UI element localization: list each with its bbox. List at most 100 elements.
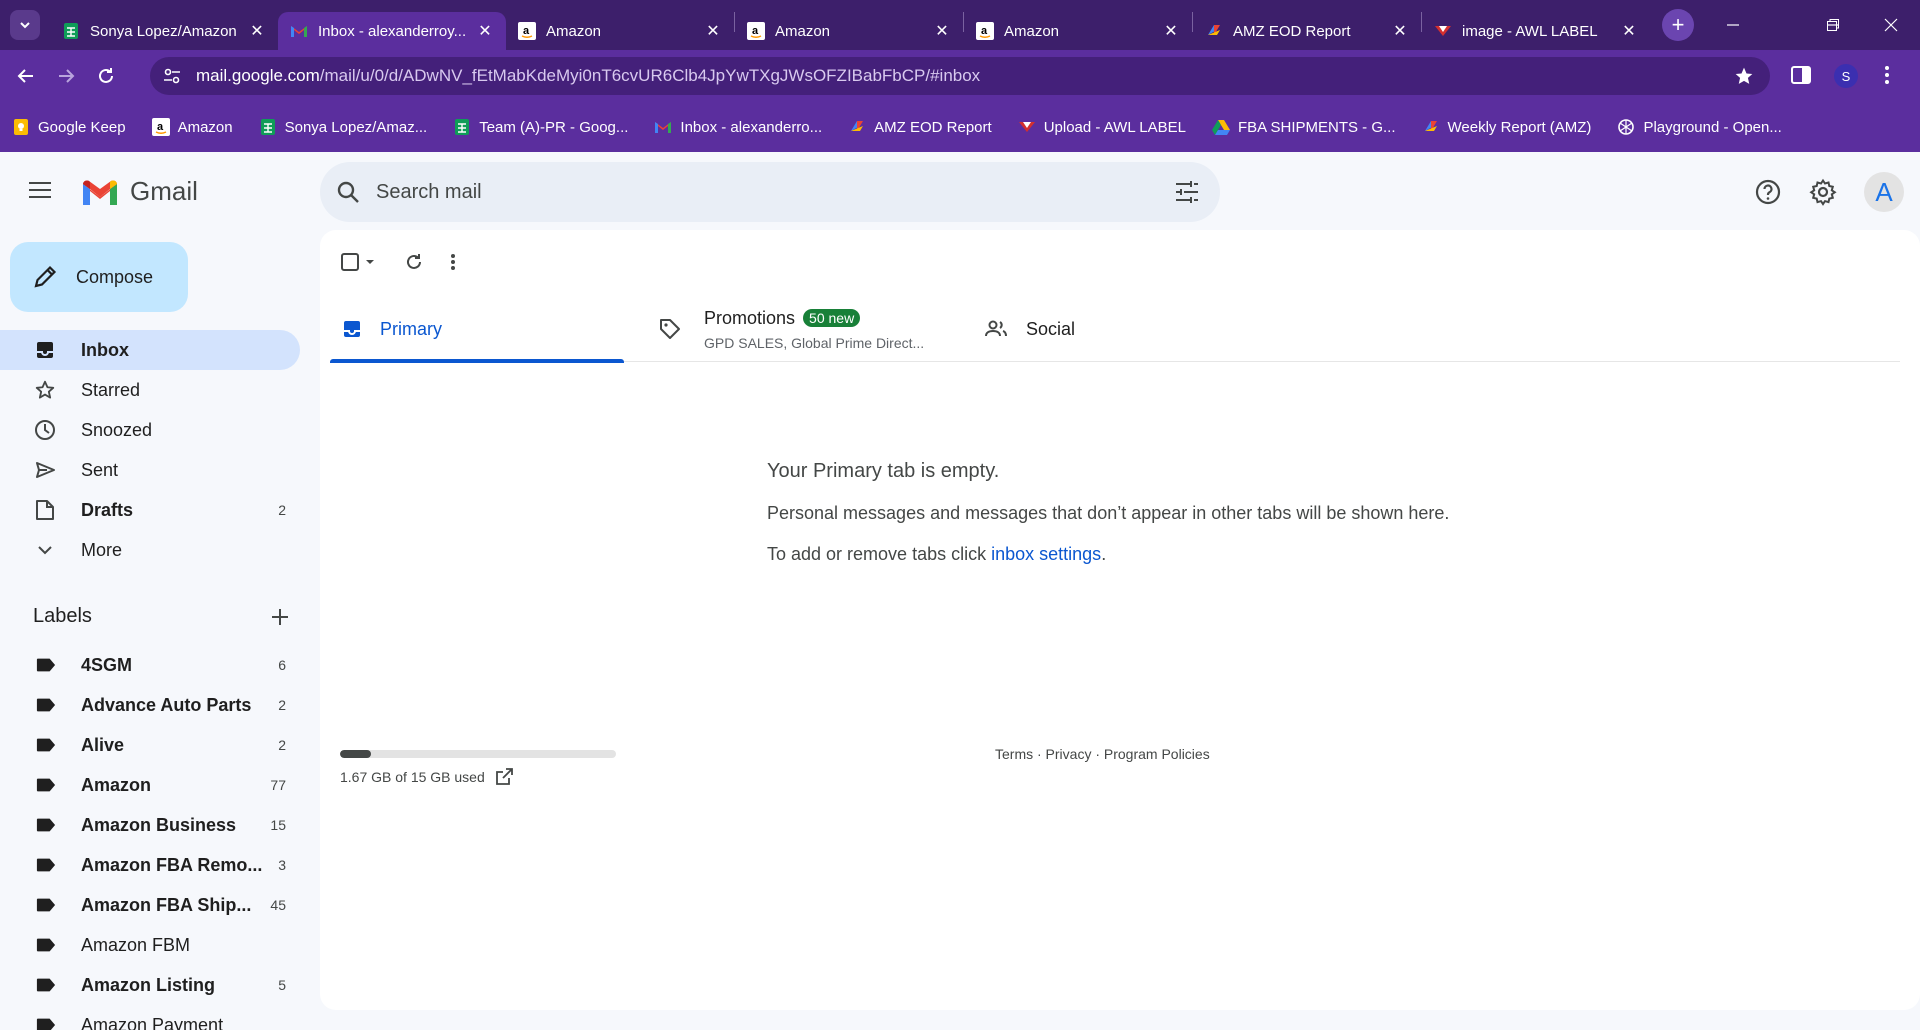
tab-social[interactable]: Social xyxy=(984,296,1075,362)
create-label-button[interactable] xyxy=(271,608,289,626)
label-tag-icon xyxy=(36,1017,56,1030)
bookmark-item[interactable]: Sonya Lopez/Amaz... xyxy=(259,118,427,136)
close-tab-icon[interactable]: ✕ xyxy=(933,21,951,41)
label-tag-icon xyxy=(36,737,56,753)
bookmark-label: Playground - Open... xyxy=(1643,118,1782,136)
nav-item-more[interactable]: More xyxy=(0,530,300,570)
close-tab-icon[interactable]: ✕ xyxy=(704,21,722,41)
browser-tab-strip: Sonya Lopez/Amazon ✕ Inbox - alexanderro… xyxy=(0,0,1920,50)
bookmark-item[interactable]: Team (A)-PR - Goog... xyxy=(453,118,628,136)
footer-links[interactable]: Terms · Privacy · Program Policies xyxy=(995,746,1210,762)
plus-icon xyxy=(272,608,288,625)
select-all-checkbox[interactable] xyxy=(340,250,378,274)
close-tab-icon[interactable]: ✕ xyxy=(248,21,266,41)
bookmark-item[interactable]: Playground - Open... xyxy=(1617,118,1782,136)
bookmark-label: Weekly Report (AMZ) xyxy=(1447,118,1592,136)
nav-item-starred[interactable]: Starred xyxy=(0,370,300,410)
browser-tab[interactable]: a Amazon ✕ xyxy=(964,12,1192,50)
external-link-icon[interactable] xyxy=(485,768,513,786)
search-input[interactable]: Search mail xyxy=(376,181,482,204)
side-panel-button[interactable] xyxy=(1790,64,1812,86)
browser-tab[interactable]: a Amazon ✕ xyxy=(735,12,963,50)
close-tab-icon[interactable]: ✕ xyxy=(1391,21,1409,41)
tab-title: Amazon xyxy=(1004,22,1060,40)
search-icon[interactable] xyxy=(336,180,360,204)
browser-tab[interactable]: AMZ EOD Report ✕ xyxy=(1193,12,1421,50)
label-tag-icon xyxy=(36,697,56,713)
restore-window-button[interactable] xyxy=(1804,0,1862,50)
nav-item-snoozed[interactable]: Snoozed xyxy=(0,410,300,450)
bookmark-item[interactable]: FBA SHIPMENTS - G... xyxy=(1211,118,1396,136)
settings-button[interactable] xyxy=(1807,176,1839,208)
storage-bar-fill xyxy=(340,750,371,758)
bookmark-item[interactable]: a Amazon xyxy=(151,118,233,136)
back-button[interactable] xyxy=(6,56,46,96)
kebab-menu-icon xyxy=(451,254,455,270)
label-tag-icon xyxy=(36,777,56,793)
browser-tab[interactable]: image - AWL LABEL ✕ xyxy=(1422,12,1650,50)
gmail-logo[interactable]: Gmail xyxy=(80,176,198,207)
refresh-button[interactable] xyxy=(404,250,424,274)
bookmark-label: Amazon xyxy=(177,118,233,136)
bookmark-item[interactable]: AMZ EOD Report xyxy=(848,118,992,136)
nav-item-drafts[interactable]: Drafts 2 xyxy=(0,490,300,530)
close-tab-icon[interactable]: ✕ xyxy=(1620,21,1638,41)
label-tag-icon xyxy=(36,817,56,833)
label-tag-icon xyxy=(36,657,56,673)
bookmark-item[interactable]: Google Keep xyxy=(12,118,126,136)
minimize-window-button[interactable] xyxy=(1704,0,1762,50)
label-item[interactable]: Amazon Payment xyxy=(0,1005,300,1030)
chrome-profile-avatar[interactable]: S xyxy=(1834,64,1858,88)
nav-item-sent[interactable]: Sent xyxy=(0,450,300,490)
label-item[interactable]: Amazon FBA Remo... 3 xyxy=(0,845,300,885)
inbox-settings-link[interactable]: inbox settings xyxy=(991,544,1101,564)
tab-primary-label: Primary xyxy=(380,318,442,339)
main-menu-button[interactable] xyxy=(28,180,52,200)
reload-button[interactable] xyxy=(86,56,126,96)
bookmark-item[interactable]: Weekly Report (AMZ) xyxy=(1422,118,1592,136)
close-tab-icon[interactable]: ✕ xyxy=(1162,21,1180,41)
compose-button[interactable]: Compose xyxy=(10,242,188,312)
help-button[interactable] xyxy=(1752,176,1784,208)
label-item[interactable]: Alive 2 xyxy=(0,725,300,765)
tab-search-button[interactable] xyxy=(10,10,40,40)
chrome-menu-button[interactable] xyxy=(1884,64,1890,86)
empty-body: Personal messages and messages that don’… xyxy=(767,503,1450,523)
people-icon xyxy=(984,317,1008,341)
gear-icon xyxy=(1809,178,1837,206)
label-tag-icon xyxy=(36,897,56,913)
bookmark-item[interactable]: Upload - AWL LABEL xyxy=(1018,118,1186,136)
label-item[interactable]: Advance Auto Parts 2 xyxy=(0,685,300,725)
bookmark-item[interactable]: Inbox - alexanderro... xyxy=(654,118,822,136)
settings-suffix: . xyxy=(1101,544,1107,564)
close-tab-icon[interactable]: ✕ xyxy=(476,21,494,41)
label-item[interactable]: Amazon 77 xyxy=(0,765,300,805)
label-name: Alive xyxy=(81,734,125,755)
browser-tab[interactable]: Sonya Lopez/Amazon ✕ xyxy=(50,12,278,50)
new-tab-button[interactable]: + xyxy=(1662,9,1694,41)
more-actions-button[interactable] xyxy=(450,250,456,274)
close-window-button[interactable] xyxy=(1862,0,1920,50)
tab-primary[interactable]: Primary xyxy=(330,296,624,363)
bookmark-star-icon[interactable] xyxy=(1734,66,1754,86)
browser-tab[interactable]: Inbox - alexanderroy... ✕ xyxy=(278,12,506,50)
google-account-avatar[interactable]: A xyxy=(1864,172,1904,212)
label-name: Amazon Listing xyxy=(81,974,215,995)
label-item[interactable]: Amazon Business 15 xyxy=(0,805,300,845)
label-item[interactable]: Amazon FBA Ship... 45 xyxy=(0,885,300,925)
label-item[interactable]: Amazon Listing 5 xyxy=(0,965,300,1005)
tab-promotions[interactable]: Promotions 50 new GPD SALES, Global Prime… xyxy=(648,296,948,362)
search-bar[interactable]: Search mail xyxy=(320,162,1220,222)
address-bar[interactable]: mail.google.com/mail/u/0/d/ADwNV_fEtMabK… xyxy=(150,57,1770,95)
label-item[interactable]: 4SGM 6 xyxy=(0,645,300,685)
bookmark-label: Upload - AWL LABEL xyxy=(1043,118,1186,136)
search-options-icon[interactable] xyxy=(1174,179,1200,205)
nav-item-inbox[interactable]: Inbox xyxy=(0,330,300,370)
nav-item-count: 2 xyxy=(278,502,286,518)
browser-tab[interactable]: a Amazon ✕ xyxy=(506,12,734,50)
star-icon xyxy=(34,379,56,401)
site-info-icon[interactable] xyxy=(162,66,182,86)
label-item[interactable]: Amazon FBM xyxy=(0,925,300,965)
label-name: Amazon Business xyxy=(81,814,237,835)
forward-button[interactable] xyxy=(46,56,86,96)
